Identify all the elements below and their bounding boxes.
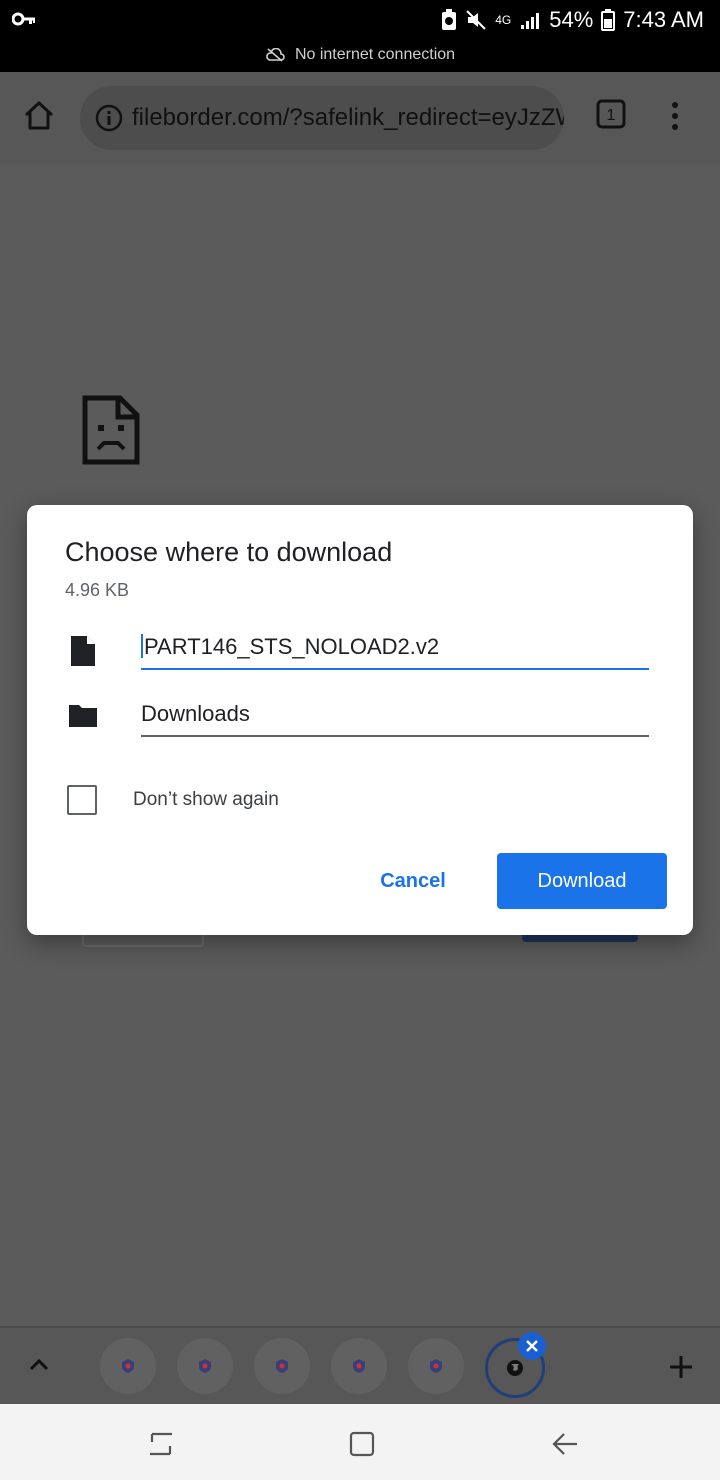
close-tab-button[interactable] bbox=[518, 1332, 546, 1360]
text-caret bbox=[141, 634, 143, 658]
back-icon[interactable] bbox=[550, 1430, 580, 1458]
tab-thumbnail[interactable] bbox=[331, 1338, 387, 1394]
background-button-outline bbox=[82, 935, 204, 947]
dialog-title: Choose where to download bbox=[65, 537, 393, 567]
no-internet-text: No internet connection bbox=[294, 46, 456, 63]
signal-icon bbox=[521, 13, 540, 29]
no-internet-banner: No internet connection bbox=[0, 44, 720, 66]
file-size: 4.96 KB bbox=[65, 580, 130, 600]
site-favicon-icon bbox=[122, 1359, 134, 1373]
home-icon[interactable] bbox=[22, 98, 56, 132]
filename-row: PART146_STS_NOLOAD2.v2 bbox=[27, 630, 693, 678]
site-favicon-icon bbox=[199, 1359, 211, 1373]
battery-percent: 54% bbox=[549, 7, 594, 32]
tab-thumbnail[interactable] bbox=[408, 1338, 464, 1394]
url-bar[interactable]: fileborder.com/?safelink_redirect=eyJzZW bbox=[80, 86, 564, 150]
battery-saver-icon bbox=[442, 9, 457, 30]
more-vert-icon[interactable] bbox=[664, 100, 686, 132]
clock: 7:43 AM bbox=[623, 7, 704, 32]
location-selector[interactable]: Downloads bbox=[141, 701, 649, 737]
globe-icon bbox=[507, 1360, 523, 1376]
dont-show-label: Don’t show again bbox=[133, 789, 279, 810]
tab-thumbnail[interactable] bbox=[254, 1338, 310, 1394]
file-icon bbox=[71, 636, 95, 666]
filename-input[interactable]: PART146_STS_NOLOAD2.v2 bbox=[141, 634, 649, 670]
status-bar: 4G 54% 7:43 AM No internet connection bbox=[0, 0, 720, 72]
key-icon bbox=[12, 12, 35, 26]
home-nav-icon[interactable] bbox=[348, 1430, 376, 1458]
site-favicon-icon bbox=[353, 1359, 365, 1373]
tab-thumbnail[interactable] bbox=[100, 1338, 156, 1394]
tab-thumbnail[interactable] bbox=[177, 1338, 233, 1394]
cancel-button[interactable]: Cancel bbox=[357, 853, 469, 909]
background-button-filled bbox=[522, 935, 638, 942]
chevron-up-icon[interactable] bbox=[28, 1356, 50, 1372]
tab-count: 1 bbox=[607, 107, 616, 124]
sad-page-icon bbox=[82, 395, 140, 465]
tab-switcher-icon[interactable]: 1 bbox=[595, 98, 627, 130]
download-dialog: Choose where to download 4.96 KB PART146… bbox=[27, 505, 693, 935]
new-tab-icon[interactable] bbox=[668, 1354, 694, 1380]
location-row: Downloads bbox=[27, 697, 693, 745]
folder-icon bbox=[69, 705, 97, 727]
battery-icon bbox=[601, 9, 616, 31]
dont-show-row[interactable]: Don’t show again bbox=[67, 785, 279, 815]
close-icon bbox=[526, 1340, 538, 1352]
recents-icon[interactable] bbox=[146, 1430, 176, 1458]
site-favicon-icon bbox=[430, 1359, 442, 1373]
download-button[interactable]: Download bbox=[497, 853, 667, 909]
site-favicon-icon bbox=[276, 1359, 288, 1373]
system-nav-bar bbox=[0, 1404, 720, 1480]
filename-value: PART146_STS_NOLOAD2.v2 bbox=[144, 634, 440, 659]
network-type: 4G bbox=[495, 13, 512, 27]
info-icon[interactable] bbox=[94, 103, 124, 133]
location-value: Downloads bbox=[141, 701, 250, 726]
tab-strip bbox=[0, 1326, 720, 1406]
mute-icon bbox=[466, 10, 486, 30]
dont-show-checkbox[interactable] bbox=[67, 785, 97, 815]
cloud-off-icon bbox=[266, 48, 285, 62]
url-text: fileborder.com/?safelink_redirect=eyJzZW bbox=[132, 104, 564, 131]
status-right: 4G 54% 7:43 AM bbox=[441, 6, 704, 34]
